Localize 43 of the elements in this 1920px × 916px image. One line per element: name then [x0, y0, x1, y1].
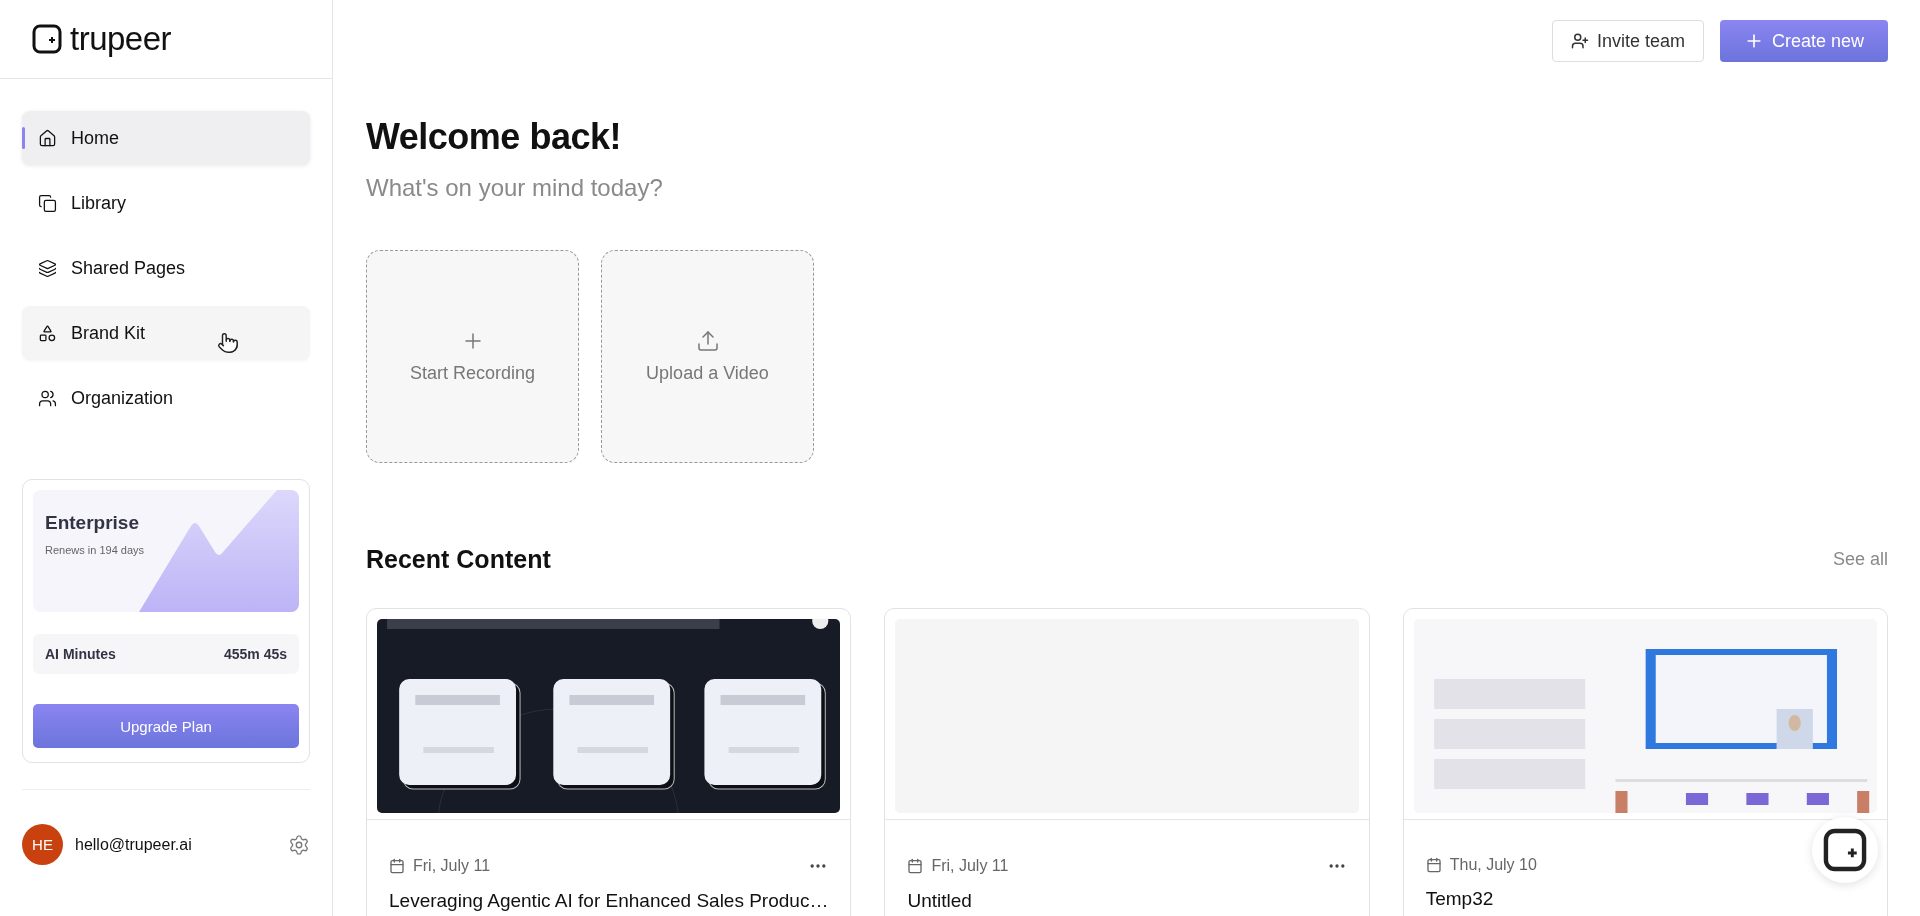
action-tile[interactable]: Upload a Video [601, 250, 814, 463]
action-tile[interactable]: Start Recording [366, 250, 579, 463]
add-user-icon [1570, 32, 1589, 50]
hand-cursor-icon [217, 332, 239, 354]
brand-name: trupeer [70, 20, 172, 58]
sidebar-item[interactable]: Shared Pages [22, 241, 310, 295]
calendar-icon [389, 858, 405, 874]
card-date: Fri, July 11 [413, 857, 492, 875]
user-email: hello@trupeer.ai [75, 835, 193, 854]
copy-icon [38, 193, 57, 213]
shapes-icon [38, 323, 57, 343]
settings-icon[interactable] [288, 833, 310, 856]
minutes-row: AI Minutes 455m 45s [33, 634, 299, 674]
logo-icon [32, 24, 62, 54]
calendar-icon [907, 858, 924, 874]
sidebar-item[interactable]: Brand Kit [22, 306, 310, 360]
home-icon [38, 128, 57, 148]
welcome-subtitle: What's on your mind today? [366, 174, 664, 202]
layers-icon [38, 258, 57, 278]
people-icon [38, 388, 57, 408]
card-title: Untitled [907, 890, 972, 912]
see-all-link[interactable]: See all [1832, 549, 1888, 570]
card-date: Fri, July 11 [931, 857, 1010, 875]
welcome-title: Welcome back! [366, 116, 622, 158]
create-button[interactable]: Create new [1719, 20, 1888, 62]
sidebar-item[interactable]: Organization [22, 371, 310, 425]
content-card[interactable]: Fri, July 11 Leveraging Agentic AI for Enhanced Sales Produc… [366, 608, 852, 916]
renewal-text: Renews in 194 days [45, 544, 145, 556]
plan-name: Enterprise [45, 512, 139, 534]
content-card[interactable]: Fri, July 11 Untitled [884, 608, 1370, 916]
card-title: Temp32 [1425, 888, 1494, 910]
content-card[interactable]: Thu, July 10 Temp32 [1402, 608, 1888, 916]
upgrade-button[interactable]: Upgrade Plan [33, 704, 299, 748]
upload-icon [695, 329, 720, 353]
invite-button[interactable]: Invite team [1551, 20, 1704, 62]
floating-action-button[interactable] [1812, 817, 1878, 883]
calendar-icon [1425, 857, 1442, 873]
sidebar-item[interactable]: Library [22, 176, 310, 230]
card-title: Leveraging Agentic AI for Enhanced Sales Produc… [389, 890, 829, 912]
section-title: Recent Content [366, 545, 551, 574]
card-date: Thu, July 10 [1449, 856, 1538, 874]
sidebar-item[interactable]: Home [22, 111, 310, 165]
avatar[interactable]: HE [22, 824, 63, 865]
